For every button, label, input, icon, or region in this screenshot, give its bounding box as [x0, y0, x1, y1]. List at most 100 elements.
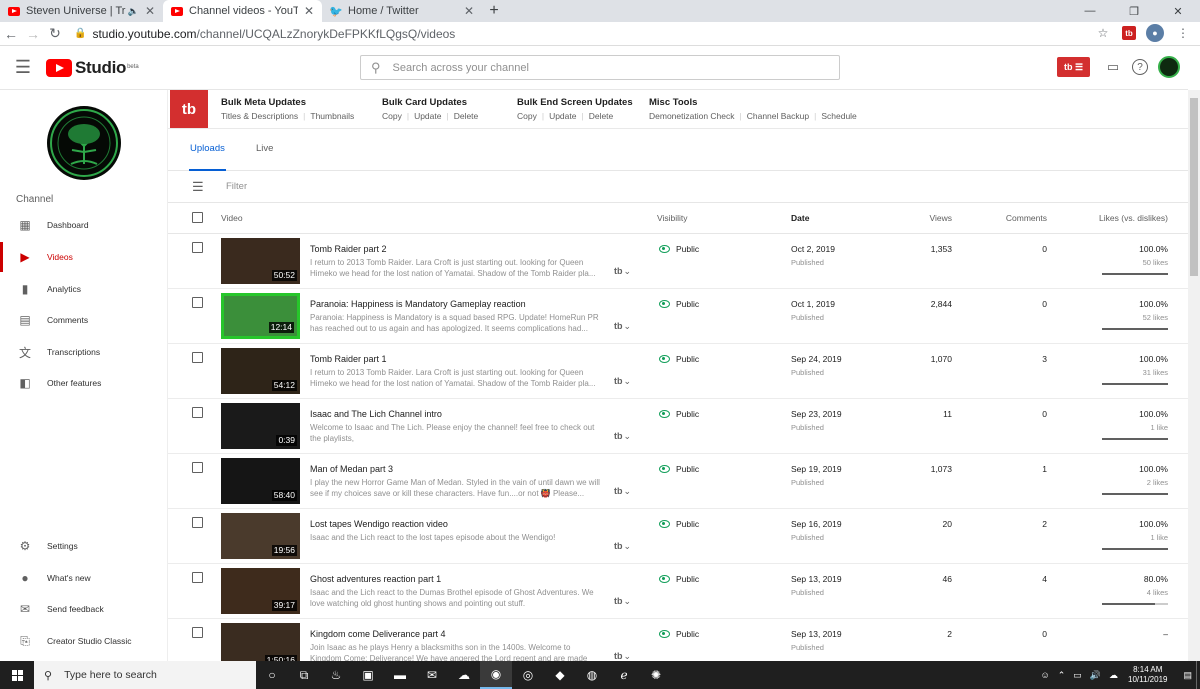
col-visibility[interactable]: Visibility	[657, 213, 688, 223]
account-avatar[interactable]	[1158, 56, 1180, 78]
tb-link-titles-descriptions[interactable]: Titles & Descriptions	[221, 111, 298, 121]
sidebar-item-send-feedback[interactable]: ✉ Send feedback	[0, 594, 168, 624]
menu-dots-icon[interactable]: ⋮	[1174, 24, 1192, 42]
row-checkbox[interactable]	[192, 297, 203, 308]
cloud-icon[interactable]: ☁	[1109, 670, 1118, 681]
page-scrollbar[interactable]	[1188, 90, 1200, 661]
visibility-dropdown[interactable]: Public	[659, 354, 699, 364]
sidebar-item-analytics[interactable]: ▮ Analytics	[0, 274, 168, 304]
row-checkbox[interactable]	[192, 462, 203, 473]
minimize-icon[interactable]: —	[1068, 0, 1112, 22]
col-comments[interactable]: Comments	[1006, 213, 1047, 223]
tubebuddy-row-menu[interactable]: tb⌄	[614, 321, 631, 332]
tb-link-delete[interactable]: Delete	[454, 111, 479, 121]
epic-games-icon[interactable]: ◆	[544, 661, 576, 689]
video-title[interactable]: Tomb Raider part 1	[310, 354, 387, 364]
close-tab-icon[interactable]: ✕	[145, 4, 155, 18]
table-row[interactable]: 19:56 Lost tapes Wendigo reaction video …	[168, 509, 1188, 564]
channel-search-input[interactable]: ⚲ Search across your channel	[360, 55, 840, 80]
tubebuddy-logo[interactable]: tb	[170, 90, 208, 128]
start-button[interactable]	[0, 661, 34, 689]
tubebuddy-menu-button[interactable]: tb ☰	[1057, 57, 1090, 77]
col-likes[interactable]: Likes (vs. dislikes)	[1099, 213, 1168, 223]
bookmark-star-icon[interactable]: ☆	[1094, 24, 1112, 42]
tubebuddy-row-menu[interactable]: tb⌄	[614, 376, 631, 387]
tb-link-thumbnails[interactable]: Thumbnails	[310, 111, 354, 121]
tb-link-channel-backup[interactable]: Channel Backup	[747, 111, 809, 121]
reload-icon[interactable]: ↻	[44, 23, 66, 45]
col-date[interactable]: Date	[791, 213, 809, 223]
table-row[interactable]: 0:39 Isaac and The Lich Channel intro We…	[168, 399, 1188, 454]
video-title[interactable]: Man of Medan part 3	[310, 464, 393, 474]
tubebuddy-row-menu[interactable]: tb⌄	[614, 266, 631, 277]
mail-icon[interactable]: ✉	[416, 661, 448, 689]
row-checkbox[interactable]	[192, 627, 203, 638]
video-title[interactable]: Kingdom come Deliverance part 4	[310, 629, 446, 639]
table-row[interactable]: 1:50:16 Kingdom come Deliverance part 4 …	[168, 619, 1188, 661]
video-thumbnail[interactable]: 58:40	[221, 458, 300, 504]
sidebar-item-comments[interactable]: ▤ Comments	[0, 305, 168, 335]
browser-tab[interactable]: 🐦 Home / Twitter ✕	[322, 0, 482, 22]
tubebuddy-row-menu[interactable]: tb⌄	[614, 651, 631, 661]
col-views[interactable]: Views	[929, 213, 952, 223]
create-video-icon[interactable]: ▭	[1104, 58, 1122, 76]
video-title[interactable]: Paranoia: Happiness is Mandatory Gamepla…	[310, 299, 526, 309]
tb-link-update[interactable]: Update	[414, 111, 441, 121]
close-tab-icon[interactable]: ✕	[464, 4, 474, 18]
hamburger-menu-icon[interactable]: ☰	[0, 57, 46, 78]
visibility-dropdown[interactable]: Public	[659, 464, 699, 474]
forward-icon[interactable]: →	[22, 23, 44, 45]
visibility-dropdown[interactable]: Public	[659, 519, 699, 529]
onedrive-icon[interactable]: ☁	[448, 661, 480, 689]
url-field[interactable]: 🔒 studio.youtube.com/channel/UCQALzZnory…	[74, 24, 1084, 44]
table-row[interactable]: 12:14 Paranoia: Happiness is Mandatory G…	[168, 289, 1188, 344]
network-icon[interactable]: ▭	[1073, 670, 1082, 681]
video-thumbnail[interactable]: 19:56	[221, 513, 300, 559]
visibility-dropdown[interactable]: Public	[659, 409, 699, 419]
row-checkbox[interactable]	[192, 352, 203, 363]
sidebar-item-dashboard[interactable]: ▦ Dashboard	[0, 210, 168, 240]
taskbar-clock[interactable]: 8:14 AM 10/11/2019	[1128, 665, 1167, 685]
tab-uploads[interactable]: Uploads	[189, 143, 226, 171]
video-thumbnail[interactable]: 1:50:16	[221, 623, 300, 661]
filter-input[interactable]: Filter	[226, 181, 247, 192]
audio-icon[interactable]: 🔈	[128, 6, 139, 17]
select-all-checkbox[interactable]	[192, 212, 203, 223]
browser-tab-active[interactable]: Channel videos - YouTube Studio ✕	[163, 0, 322, 22]
sidebar-item-creator-studio-classic[interactable]: ⎘ Creator Studio Classic	[0, 626, 168, 656]
table-row[interactable]: 50:52 Tomb Raider part 2 I return to 201…	[168, 234, 1188, 289]
row-checkbox[interactable]	[192, 407, 203, 418]
restore-icon[interactable]: ❐	[1112, 0, 1156, 22]
tb-link-copy[interactable]: Copy	[382, 111, 402, 121]
tb-link-update[interactable]: Update	[549, 111, 576, 121]
visibility-dropdown[interactable]: Public	[659, 629, 699, 639]
tubebuddy-row-menu[interactable]: tb⌄	[614, 431, 631, 442]
task-view-icon[interactable]: ⧉	[288, 661, 320, 689]
chevron-up-icon[interactable]: ⌃	[1058, 670, 1066, 681]
sidebar-item-other-features[interactable]: ◧ Other features	[0, 368, 168, 398]
notification-icon[interactable]: ▤	[1183, 670, 1192, 681]
row-checkbox[interactable]	[192, 572, 203, 583]
studio-logo[interactable]: Studio beta	[46, 58, 139, 78]
close-window-icon[interactable]: ✕	[1156, 0, 1200, 22]
channel-avatar[interactable]	[47, 106, 121, 180]
video-title[interactable]: Lost tapes Wendigo reaction video	[310, 519, 448, 529]
visibility-dropdown[interactable]: Public	[659, 244, 699, 254]
file-explorer-icon[interactable]: ▬	[384, 661, 416, 689]
filter-icon[interactable]: ☰	[192, 179, 206, 195]
show-desktop-button[interactable]	[1196, 661, 1200, 689]
new-tab-button[interactable]: +	[482, 0, 506, 22]
sidebar-item-settings[interactable]: ⚙ Settings	[0, 531, 168, 561]
sidebar-item-whats-new[interactable]: ● What's new	[0, 563, 168, 593]
tubebuddy-extension-icon[interactable]: tb	[1122, 26, 1136, 40]
steam-icon[interactable]: ♨	[320, 661, 352, 689]
scrollbar-thumb[interactable]	[1190, 98, 1198, 276]
tb-link-demonetization-check[interactable]: Demonetization Check	[649, 111, 735, 121]
store-icon[interactable]: ▣	[352, 661, 384, 689]
app-icon[interactable]: ✺	[640, 661, 672, 689]
row-checkbox[interactable]	[192, 242, 203, 253]
table-row[interactable]: 39:17 Ghost adventures reaction part 1 I…	[168, 564, 1188, 619]
tb-link-delete[interactable]: Delete	[589, 111, 614, 121]
tubebuddy-row-menu[interactable]: tb⌄	[614, 596, 631, 607]
visibility-dropdown[interactable]: Public	[659, 299, 699, 309]
